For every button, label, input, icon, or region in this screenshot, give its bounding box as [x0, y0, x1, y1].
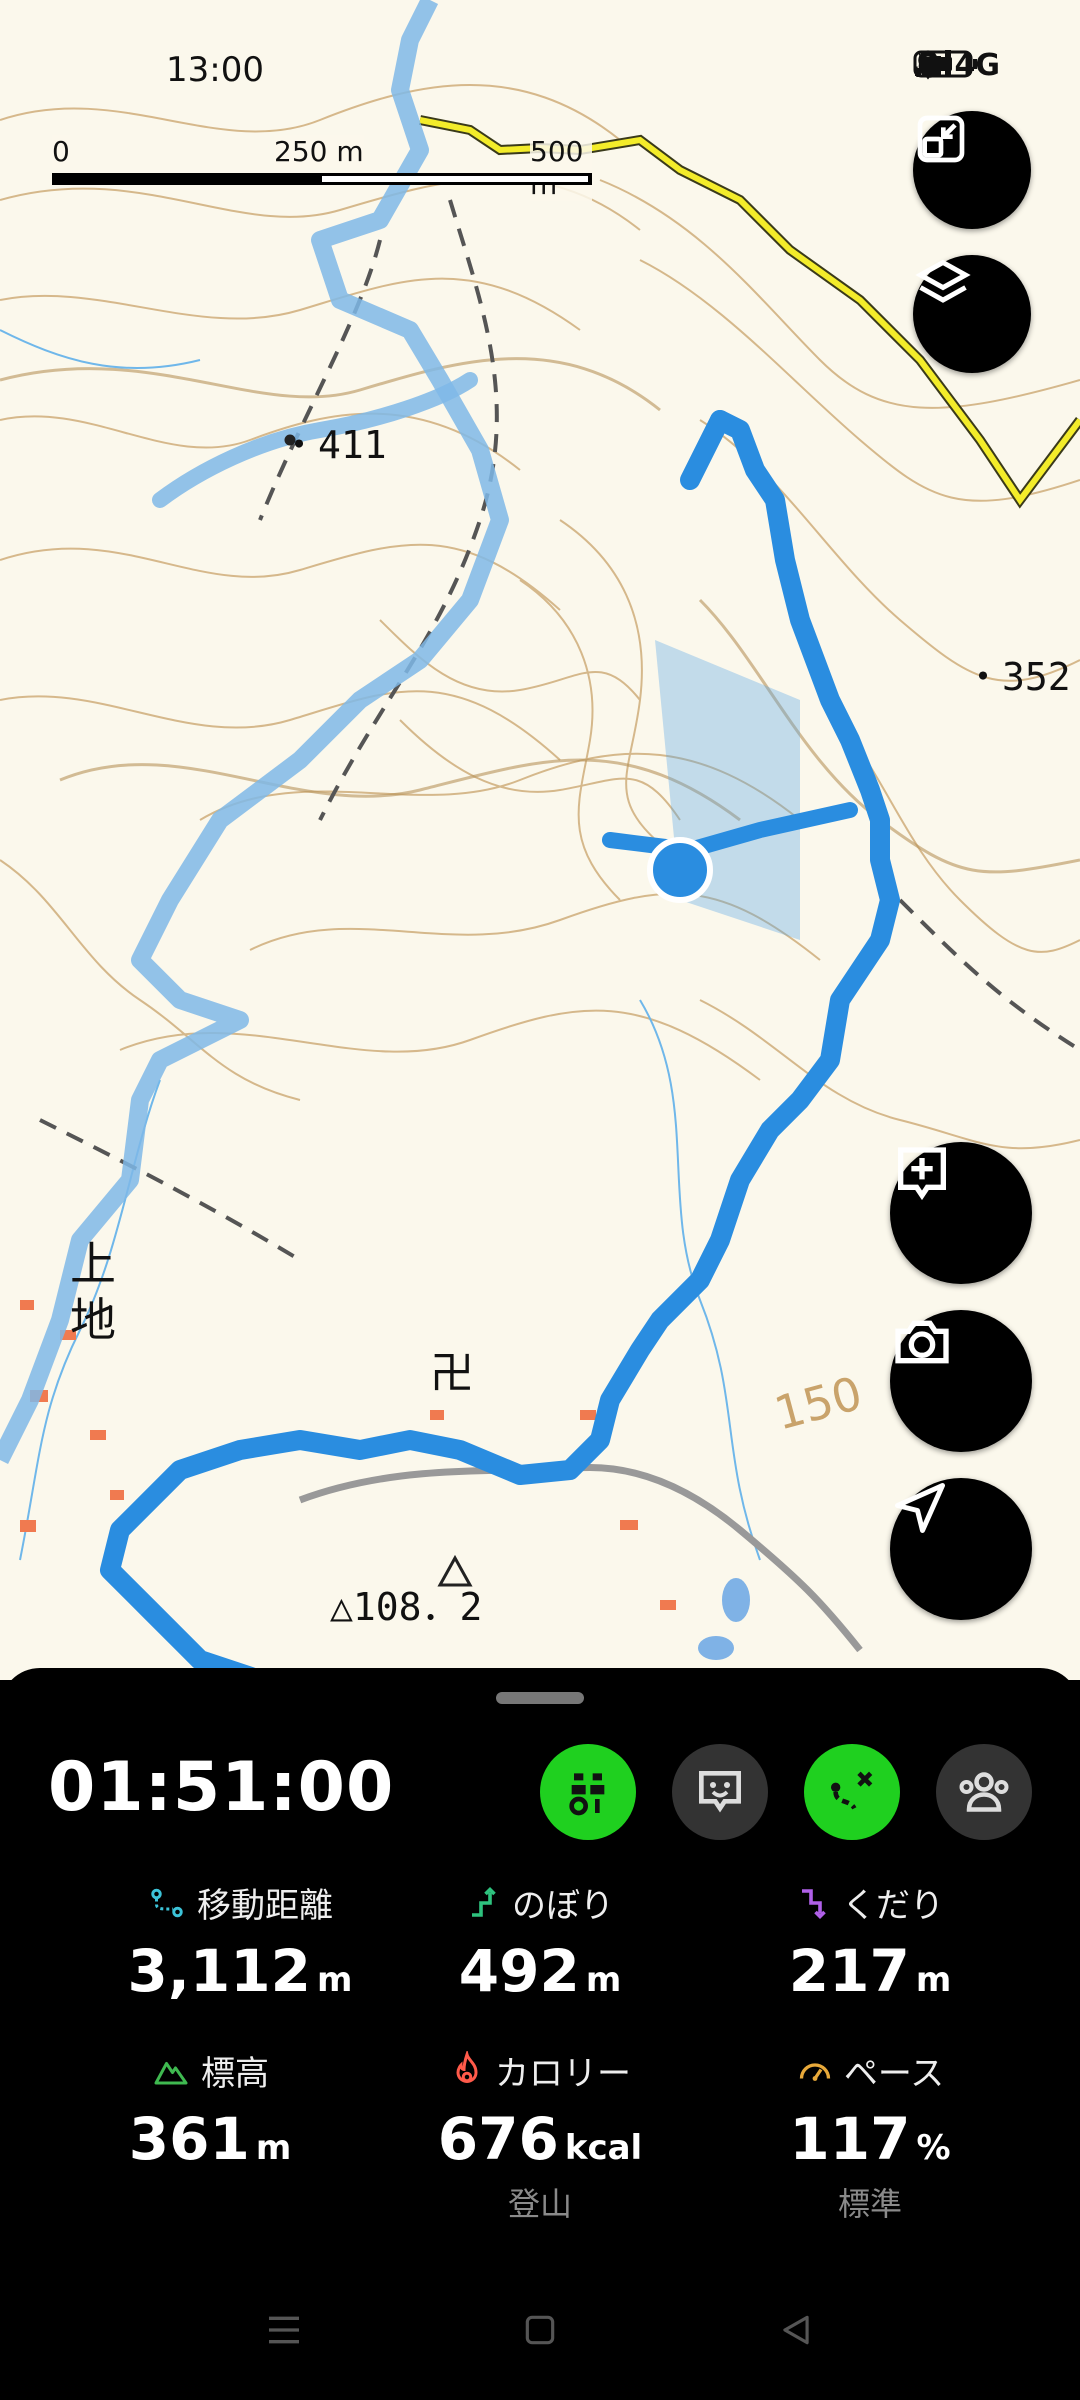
route-icon	[831, 1771, 873, 1810]
speedometer-icon	[799, 2062, 830, 2081]
scale-label-start: 0	[52, 135, 70, 168]
layers-icon	[915, 259, 971, 303]
stat-elevation-label: 標高	[201, 2054, 269, 2094]
camera-button[interactable]	[890, 1310, 1032, 1452]
sheet-drag-handle[interactable]	[496, 1692, 584, 1704]
spot-height-411: ・411	[280, 423, 387, 467]
stat-calories-label: カロリー	[495, 2054, 631, 2094]
system-nav-bar	[0, 2290, 1080, 2370]
navigation-arrow-icon	[895, 1483, 945, 1533]
scale-label-end: 500 m	[530, 135, 592, 201]
equipment-icon	[569, 1773, 605, 1816]
stat-elevation: 標高 361 m	[40, 2046, 380, 2173]
talking-face-icon	[699, 1771, 741, 1813]
battery-icon	[913, 50, 977, 78]
stat-descent: くだり 217 m	[700, 1878, 1040, 2005]
stat-descent-value: 217	[788, 1937, 910, 2005]
stat-calories-sub: 登山	[507, 2185, 572, 2223]
stat-pace-sub: 標準	[837, 2185, 902, 2223]
flame-icon	[456, 2050, 478, 2083]
stat-calories-unit: kcal	[564, 2128, 643, 2168]
stat-pace: ペース 117% 標準	[700, 2046, 1040, 2225]
stat-distance-unit: m	[317, 1960, 353, 2000]
spot-height-352: ・352	[964, 655, 1071, 699]
square-icon	[525, 2315, 555, 2345]
scale-label-mid: 250 m	[274, 135, 364, 168]
stat-elevation-unit: m	[255, 2128, 292, 2168]
stat-ascent: のぼり 492 m	[370, 1878, 710, 2005]
stat-descent-label: くだり	[842, 1886, 944, 1926]
stat-distance-label: 移動距離	[197, 1886, 333, 1926]
stat-ascent-unit: m	[585, 1960, 622, 2000]
ascent-icon	[472, 1886, 496, 1917]
distance-icon	[151, 1888, 183, 1917]
spot-height-108: △108．2	[330, 1585, 483, 1629]
expand-button[interactable]	[913, 111, 1031, 229]
shrink-icon	[917, 115, 965, 163]
topo-map[interactable]: 卍 150 ・411 ・352 △108．2 上地 13:00 Vo LTE 4…	[0, 0, 1080, 1680]
svg-text:卍: 卍	[430, 1348, 474, 1399]
stat-distance-value: 3,112	[127, 1937, 312, 2005]
descent-icon	[802, 1888, 826, 1919]
stat-distance: 移動距離 3,112 m	[70, 1878, 410, 2005]
mountain-icon	[154, 2061, 188, 2084]
stat-pace-label: ペース	[843, 2054, 945, 2094]
stat-pace-value: 117	[789, 2105, 911, 2173]
stat-elevation-value: 361	[128, 2105, 250, 2173]
gear-check-button[interactable]	[540, 1744, 636, 1840]
back-button[interactable]	[756, 2290, 836, 2370]
status-bar: 13:00 Vo LTE 4G	[0, 40, 1080, 100]
add-comment-icon	[898, 1147, 946, 1201]
route-button[interactable]	[804, 1744, 900, 1840]
place-name-label: 上地	[70, 1237, 116, 1347]
contour-label: 150	[769, 1366, 868, 1441]
stat-descent-unit: m	[915, 1960, 952, 2000]
stat-pace-unit: %	[916, 2128, 951, 2168]
group-icon	[959, 1772, 1009, 1812]
stat-calories: カロリー 676 kcal 登山	[370, 2046, 710, 2225]
stat-calories-value: 676	[437, 2105, 559, 2173]
layers-button[interactable]	[913, 255, 1031, 373]
map-scale-bar: 0 250 m 500 m	[52, 135, 592, 201]
camera-icon	[895, 1320, 949, 1364]
group-button[interactable]	[936, 1744, 1032, 1840]
stat-ascent-value: 492	[458, 1937, 580, 2005]
navigate-button[interactable]	[890, 1478, 1032, 1620]
chat-face-button[interactable]	[672, 1744, 768, 1840]
activity-sheet: 01:51:00 移動距離 3,112 m のぼり 492 m くだり 217 m 標…	[0, 1668, 1080, 2400]
stat-ascent-label: のぼり	[512, 1886, 614, 1926]
home-button[interactable]	[500, 2290, 580, 2370]
status-time: 13:00	[166, 50, 264, 90]
recent-apps-button[interactable]	[244, 2290, 324, 2370]
add-note-button[interactable]	[890, 1142, 1032, 1284]
back-triangle-icon	[783, 2315, 809, 2345]
menu-icon	[269, 2316, 299, 2344]
elapsed-time: 01:51:00	[48, 1748, 395, 1827]
